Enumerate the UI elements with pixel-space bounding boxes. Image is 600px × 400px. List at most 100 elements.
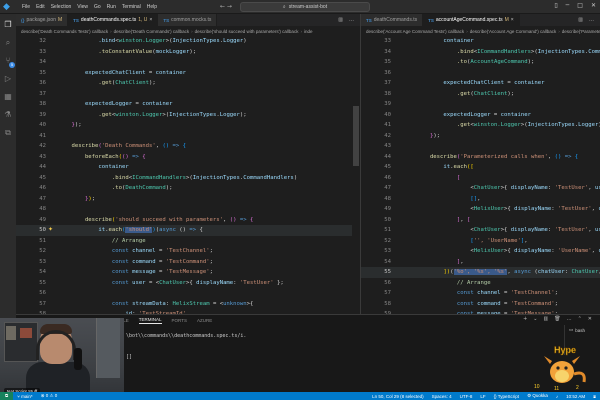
code-line[interactable]: 56 // Arrange bbox=[361, 278, 600, 289]
code-line[interactable]: 54 const message = 'TestMessage'; bbox=[16, 267, 352, 278]
testing-icon[interactable]: ⚗ bbox=[3, 110, 13, 120]
code-line[interactable]: 38 .get(ChatClient); bbox=[361, 89, 600, 100]
panel-tab-terminal[interactable]: TERMINAL bbox=[138, 317, 162, 324]
remote-icon[interactable]: ⧉ bbox=[3, 128, 13, 138]
panel-tab-azure[interactable]: AZURE bbox=[197, 318, 212, 323]
status-item[interactable]: {} TypeScript bbox=[490, 394, 523, 399]
code-line[interactable]: 47 <ChatUser>{ displayName: 'TestUser', … bbox=[361, 183, 600, 194]
search-icon[interactable]: ⌕ bbox=[3, 38, 13, 48]
left-scrollbar[interactable] bbox=[352, 36, 360, 314]
menu-item-selection[interactable]: Selection bbox=[48, 4, 75, 10]
status-item[interactable]: Spaces: 4 bbox=[428, 394, 456, 399]
code-line[interactable]: 43 beforeEach(() => { bbox=[16, 152, 352, 163]
right-editor[interactable]: 33 container 34 .bind<ICommandHandlers>(I… bbox=[361, 36, 600, 314]
terminal-list-item[interactable]: ▭ bash bbox=[565, 325, 600, 335]
code-line[interactable]: 50 it.each('should')(async () => {✦ bbox=[16, 225, 352, 236]
code-line[interactable]: 34 bbox=[16, 57, 352, 68]
run-debug-icon[interactable]: ▷ bbox=[3, 74, 13, 84]
status-item[interactable]: LF bbox=[476, 394, 489, 399]
left-editor[interactable]: 32 .bind<winston.Logger>(InjectionTypes.… bbox=[16, 36, 352, 314]
panel-action-icon[interactable]: ⌄ bbox=[533, 316, 537, 322]
panel-action-icon[interactable]: ✕ bbox=[588, 316, 592, 322]
status-item[interactable]: ⧉ bbox=[0, 392, 14, 400]
tab-accountagecommand-spec-ts[interactable]: TS accountAgeCommand.spec.ts M × bbox=[423, 14, 520, 26]
code-line[interactable]: 41 bbox=[16, 131, 352, 142]
status-item[interactable]: ♪ bbox=[552, 394, 562, 399]
menu-item-run[interactable]: Run bbox=[104, 4, 119, 10]
maximize-button[interactable]: □ bbox=[577, 2, 583, 9]
code-line[interactable]: 42 }); bbox=[361, 131, 600, 142]
panel-action-icon[interactable]: ⌃ bbox=[578, 316, 582, 322]
code-line[interactable]: 39 bbox=[361, 99, 600, 110]
code-line[interactable]: 48 [], bbox=[361, 194, 600, 205]
nav-arrows-icon[interactable]: ← → bbox=[220, 3, 232, 10]
code-line[interactable]: 33 container bbox=[361, 36, 600, 47]
breadcrumb-item[interactable]: describe('Account Age Command Tests') ca… bbox=[365, 29, 465, 34]
close-window-button[interactable]: ✕ bbox=[591, 2, 596, 9]
code-line[interactable]: 40 }); bbox=[16, 120, 352, 131]
code-line[interactable]: 51 <ChatUser>{ displayName: 'TestUser', … bbox=[361, 225, 600, 236]
code-line[interactable]: 58 const command = 'TestCommand'; bbox=[361, 299, 600, 310]
code-line[interactable]: 34 .bind<ICommandHandlers>(InjectionType… bbox=[361, 47, 600, 58]
code-line[interactable]: 46 .to(DeathCommand); bbox=[16, 183, 352, 194]
code-line[interactable]: 32 .bind<winston.Logger>(InjectionTypes.… bbox=[16, 36, 352, 47]
menu-item-go[interactable]: Go bbox=[91, 4, 104, 10]
code-line[interactable]: 45 it.each([ bbox=[361, 162, 600, 173]
code-line[interactable]: 44 container bbox=[16, 162, 352, 173]
code-line[interactable]: 45 .bind<ICommandHandlers>(InjectionType… bbox=[16, 173, 352, 184]
code-line[interactable]: 57 const channel = 'TestChannel'; bbox=[361, 288, 600, 299]
panel-action-icon[interactable]: … bbox=[567, 316, 572, 322]
code-line[interactable]: 42 describe('Death Commands', () => { bbox=[16, 141, 352, 152]
breadcrumb-item[interactable]: describe('Paramete bbox=[561, 29, 600, 34]
files-icon[interactable]: ❐ bbox=[3, 20, 13, 30]
tab-package-json[interactable]: {} package.json M bbox=[16, 14, 69, 26]
split-editor-icon[interactable]: ▥ bbox=[578, 17, 583, 23]
status-item[interactable]: ⑂ main* bbox=[13, 394, 36, 399]
code-line[interactable]: 37 bbox=[16, 89, 352, 100]
code-line[interactable]: 54 ], bbox=[361, 257, 600, 268]
code-line[interactable]: 49 <HelixUser>{ displayName: 'TestUser',… bbox=[361, 204, 600, 215]
left-scrollbar-thumb[interactable] bbox=[353, 106, 359, 166]
code-line[interactable]: 35 expectedChatClient = container bbox=[16, 68, 352, 79]
more-actions-icon[interactable]: … bbox=[349, 17, 354, 23]
status-item[interactable]: 10:52 AM bbox=[562, 394, 589, 399]
breadcrumb-item[interactable]: describe('Death Commands') callback bbox=[113, 29, 191, 34]
status-item[interactable]: Ln 50, Col 29 (8 selected) bbox=[368, 394, 428, 399]
menu-item-edit[interactable]: Edit bbox=[33, 4, 48, 10]
menu-item-file[interactable]: File bbox=[19, 4, 33, 10]
breadcrumb-item[interactable]: describe('Account Age Command') callback bbox=[469, 29, 558, 34]
layout-icon[interactable]: ▯ bbox=[554, 2, 557, 9]
code-line[interactable]: 53 const command = 'TestCommand'; bbox=[16, 257, 352, 268]
code-line[interactable]: 56 bbox=[16, 288, 352, 299]
code-line[interactable]: 55 ])('%o', '%s', '%s', async (chatUser:… bbox=[361, 267, 600, 278]
breadcrumb-item[interactable]: inde bbox=[303, 29, 314, 34]
code-line[interactable]: 48 bbox=[16, 204, 352, 215]
tab-close-icon[interactable]: × bbox=[511, 17, 514, 23]
code-line[interactable]: 40 expectedLogger = container bbox=[361, 110, 600, 121]
lightbulb-icon[interactable]: ✦ bbox=[48, 225, 53, 236]
status-item[interactable]: ⧈ bbox=[589, 394, 600, 399]
code-line[interactable]: 47 }); bbox=[16, 194, 352, 205]
code-line[interactable]: 41 .get<winston.Logger>(InjectionTypes.L… bbox=[361, 120, 600, 131]
tab-close-icon[interactable]: × bbox=[149, 17, 152, 23]
tab-deathcommands-ts[interactable]: TS deathCommands.ts bbox=[361, 14, 424, 26]
code-line[interactable]: 53 <HelixUser>{ displayName: 'UserName',… bbox=[361, 246, 600, 257]
status-item[interactable]: ⚙ Quokka bbox=[523, 393, 552, 399]
code-line[interactable]: 37 expectedChatClient = container bbox=[361, 78, 600, 89]
code-line[interactable]: 46 [ bbox=[361, 173, 600, 184]
extensions-icon[interactable]: ▦ bbox=[3, 92, 13, 102]
tab-common-mocks-ts[interactable]: TS common.mocks.ts bbox=[158, 14, 218, 26]
status-item[interactable]: ⊗ 0 ⚠ 0 bbox=[37, 393, 62, 399]
code-line[interactable]: 38 expectedLogger = container bbox=[16, 99, 352, 110]
code-line[interactable]: 49 describe('should succeed with paramet… bbox=[16, 215, 352, 226]
code-line[interactable]: 55 const user = <ChatUser>{ displayName:… bbox=[16, 278, 352, 289]
panel-tab-ports[interactable]: PORTS bbox=[172, 318, 187, 323]
code-line[interactable]: 57 const streamData: HelixStream = <unkn… bbox=[16, 299, 352, 310]
split-editor-icon[interactable]: ▥ bbox=[338, 17, 343, 23]
code-line[interactable]: 44 describe('Parameterized calls when', … bbox=[361, 152, 600, 163]
tab-deathcommands-spec-ts[interactable]: TS deathCommands.spec.ts 1, U × bbox=[68, 14, 159, 26]
breadcrumb-item[interactable]: describe('should succeed with parameters… bbox=[194, 29, 300, 34]
code-line[interactable]: 36 bbox=[361, 68, 600, 79]
code-line[interactable]: 39 .get<winston.Logger>(InjectionTypes.L… bbox=[16, 110, 352, 121]
code-line[interactable]: 50 ], [ bbox=[361, 215, 600, 226]
